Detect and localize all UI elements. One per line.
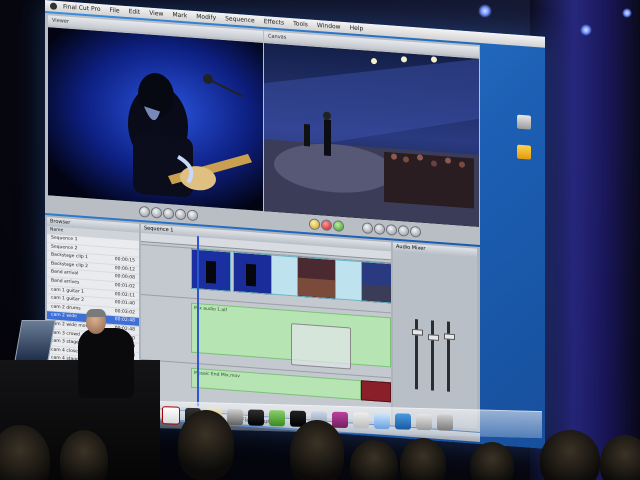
menu-item[interactable]: Mark (172, 9, 187, 21)
audience-head (600, 435, 640, 480)
menu-item[interactable]: Tools (293, 18, 308, 30)
stage-light (478, 4, 492, 18)
audio-clip[interactable] (361, 380, 391, 403)
clip-duration: 00:01:02 (114, 283, 135, 290)
prev-edit-button[interactable] (140, 206, 149, 217)
folder-icon[interactable] (517, 144, 531, 160)
play-in-out-button[interactable] (152, 207, 161, 218)
audio-mixer-panel: Audio Mixer (393, 242, 477, 429)
clip-duration: 00:00:08 (114, 274, 135, 281)
menu-item[interactable]: Modify (196, 11, 216, 23)
audio-fader[interactable] (412, 319, 423, 390)
viewer-transport-controls (140, 204, 197, 222)
stage-light (580, 24, 592, 36)
canvas-transport-controls (363, 220, 420, 238)
audio-fader[interactable] (444, 321, 455, 392)
audience-head (400, 438, 446, 480)
audio-fader[interactable] (428, 320, 439, 391)
overwrite-edit-button[interactable] (322, 219, 331, 230)
clip-duration: 00:01:40 (114, 300, 135, 307)
transition-dialog[interactable] (291, 323, 351, 370)
menu-item[interactable]: File (110, 5, 120, 17)
menu-item[interactable]: Help (350, 22, 364, 34)
audience-head (470, 442, 514, 480)
menu-item[interactable]: Sequence (225, 13, 255, 26)
video-clip[interactable] (297, 256, 337, 300)
clip-duration: 00:00:15 (114, 257, 135, 264)
guitarist-closeup-image (48, 27, 263, 212)
clip-duration: 00:02:11 (114, 291, 135, 299)
fader-knob[interactable] (428, 334, 439, 341)
clip-duration: 00:02:48 (114, 317, 135, 324)
play-button[interactable] (164, 208, 173, 218)
audio-clip[interactable]: Mosaic End Mix.mov (191, 367, 361, 401)
play-in-out-button[interactable] (375, 223, 384, 234)
viewer-canvas-area: Viewer Canvas (45, 13, 480, 245)
apple-icon[interactable] (50, 2, 57, 10)
play-around-button[interactable] (399, 225, 408, 236)
audience-head (350, 440, 398, 480)
presenter-hair (86, 309, 106, 317)
audience-head (290, 420, 344, 480)
menu-item[interactable]: Window (317, 20, 341, 33)
timeline-panel: Sequence 1 Mix audio 1.aif Mosaic End Mi… (141, 224, 391, 423)
canvas-edit-buttons (310, 216, 343, 232)
audience-head (178, 410, 234, 480)
video-clip[interactable] (361, 261, 391, 304)
canvas-video[interactable] (264, 43, 479, 227)
video-clip[interactable] (233, 251, 273, 295)
menu-item[interactable]: Edit (129, 6, 141, 18)
video-clip[interactable] (271, 254, 299, 297)
replace-edit-button[interactable] (334, 220, 343, 231)
clip-thumbnail (298, 257, 336, 299)
hard-drive-icon[interactable] (517, 114, 531, 130)
concert-wide-image (264, 43, 479, 227)
next-edit-button[interactable] (411, 226, 420, 237)
next-edit-button[interactable] (188, 210, 197, 220)
clip-duration: 00:00:12 (114, 265, 135, 273)
stage-light (622, 8, 632, 18)
mixer-tab[interactable]: Audio Mixer (393, 242, 477, 258)
prev-edit-button[interactable] (363, 222, 372, 233)
play-button[interactable] (387, 224, 396, 235)
insert-edit-button[interactable] (310, 218, 319, 229)
menu-item[interactable]: View (149, 8, 163, 20)
audience-head (0, 425, 50, 480)
audience-head (540, 430, 600, 480)
playhead[interactable] (197, 236, 199, 407)
clip-duration: 00:03:02 (114, 308, 135, 316)
stage-curtain (530, 0, 640, 480)
clip-thumbnail (234, 252, 272, 294)
viewer-video[interactable] (48, 27, 263, 212)
menu-item[interactable]: Effects (264, 16, 284, 28)
fader-knob[interactable] (412, 328, 423, 336)
fader-knob[interactable] (444, 333, 455, 341)
audience (0, 410, 640, 480)
presenter (78, 328, 134, 398)
video-clip[interactable] (335, 259, 363, 302)
clip-thumbnail (362, 262, 391, 303)
play-around-button[interactable] (176, 209, 185, 219)
audience-head (60, 430, 108, 480)
keynote-scene: Final Cut Pro File Edit View Mark Modify… (0, 0, 640, 480)
